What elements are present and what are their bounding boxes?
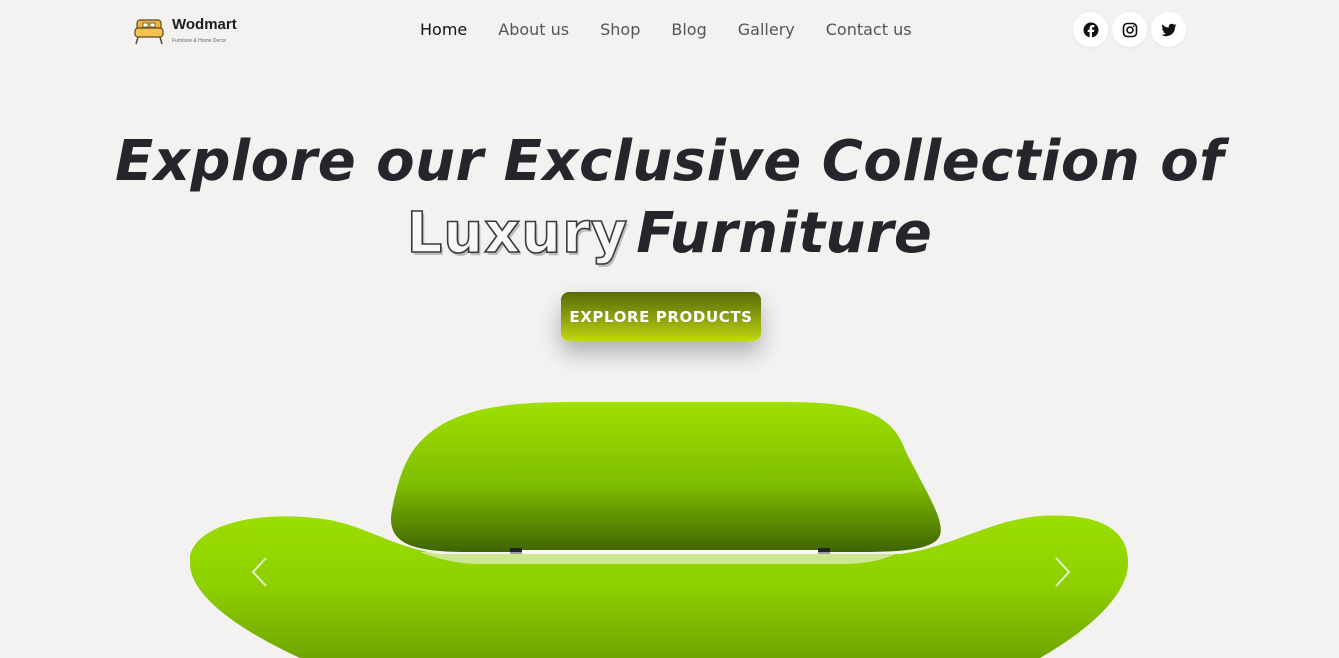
brand-name: Wodmart [172,16,237,33]
chevron-right-icon [1055,557,1071,587]
nav-shop[interactable]: Shop [600,18,640,42]
green-sofa-image [190,402,1129,658]
hero-heading-line2: Luxury Furniture [0,198,1339,270]
instagram-link[interactable] [1112,12,1147,47]
hero-heading-line2-rest: Furniture [636,201,933,266]
facebook-link[interactable] [1073,12,1108,47]
carousel-prev-button[interactable] [248,555,272,589]
explore-products-button[interactable]: EXPLORE PRODUCTS [561,292,761,341]
nav-home[interactable]: Home [420,18,467,42]
instagram-icon [1122,22,1137,37]
carousel-next-button[interactable] [1050,555,1074,589]
sofa-logo-icon [134,19,164,45]
brand-logo[interactable]: Wodmart Furniture & Home Decor [132,14,252,50]
nav-gallery[interactable]: Gallery [738,18,795,42]
nav-contact-us[interactable]: Contact us [826,18,912,42]
hero-heading: Explore our Exclusive Collection of Luxu… [0,126,1339,270]
site-header: Wodmart Furniture & Home Decor Home Abou… [0,0,1339,60]
facebook-icon [1083,22,1098,38]
social-links [1073,12,1186,47]
brand-tagline: Furniture & Home Decor [172,38,227,44]
twitter-icon [1160,23,1176,36]
nav-about-us[interactable]: About us [498,18,569,42]
chevron-left-icon [251,557,267,587]
twitter-link[interactable] [1151,12,1186,47]
hero-highlight-word: Luxury [406,200,629,267]
main-nav: Home About us Shop Blog Gallery Contact … [420,18,943,42]
hero-heading-line1: Explore our Exclusive Collection of [114,129,1225,194]
nav-blog[interactable]: Blog [671,18,706,42]
